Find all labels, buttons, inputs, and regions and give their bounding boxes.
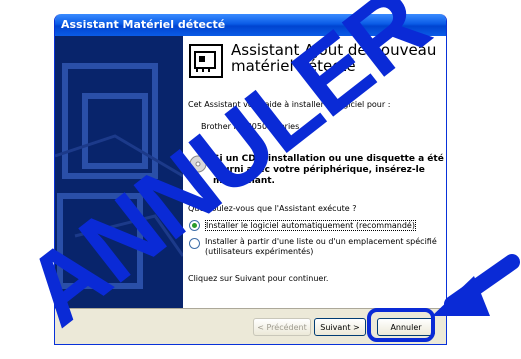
- back-button[interactable]: < Précédent: [253, 318, 311, 336]
- wizard-side-graphic: [55, 36, 183, 308]
- cd-line-3: maintenant.: [213, 176, 275, 186]
- radio-manual[interactable]: [189, 238, 200, 249]
- cd-icon: [189, 155, 207, 173]
- option-manual-line-1[interactable]: Installer à partir d'une liste ou d'un e…: [205, 237, 437, 246]
- option-auto-label[interactable]: Installer le logiciel automatiquement (r…: [205, 220, 416, 231]
- intro-text: Cet Assistant vous aide à installer le l…: [188, 100, 391, 109]
- title-bar: Assistant Matériel détecté: [55, 14, 446, 36]
- wizard-heading: Assistant Ajout de nouveau matériel déte…: [231, 42, 441, 74]
- radio-auto[interactable]: [189, 220, 200, 231]
- continue-text: Cliquez sur Suivant pour continuer.: [188, 274, 329, 283]
- heading-line-1: Assistant Ajout de nouveau: [231, 41, 437, 59]
- hardware-graphic-icon: [55, 63, 183, 289]
- cancel-button[interactable]: Annuler: [377, 318, 435, 336]
- button-bar: < Précédent Suivant > Annuler: [55, 308, 446, 344]
- window-title: Assistant Matériel détecté: [61, 18, 226, 31]
- hardware-card-icon: [189, 44, 223, 78]
- next-button[interactable]: Suivant >: [314, 318, 366, 336]
- option-manual-line-2: (utilisateurs expérimentés): [205, 247, 314, 256]
- heading-line-2: matériel détecté: [231, 57, 356, 75]
- wizard-window: Assistant Matériel détecté Assistant Ajo…: [54, 14, 447, 345]
- cd-line-2: fourni avec votre périphérique, insérez-…: [213, 165, 425, 175]
- question-text: Que voulez-vous que l'Assistant exécute …: [188, 204, 357, 213]
- wizard-content: Assistant Ajout de nouveau matériel déte…: [183, 36, 446, 308]
- cd-line-1: Si un CD d'installation ou une disquette…: [213, 154, 444, 164]
- device-name: Brother HL-8050N series: [201, 122, 300, 131]
